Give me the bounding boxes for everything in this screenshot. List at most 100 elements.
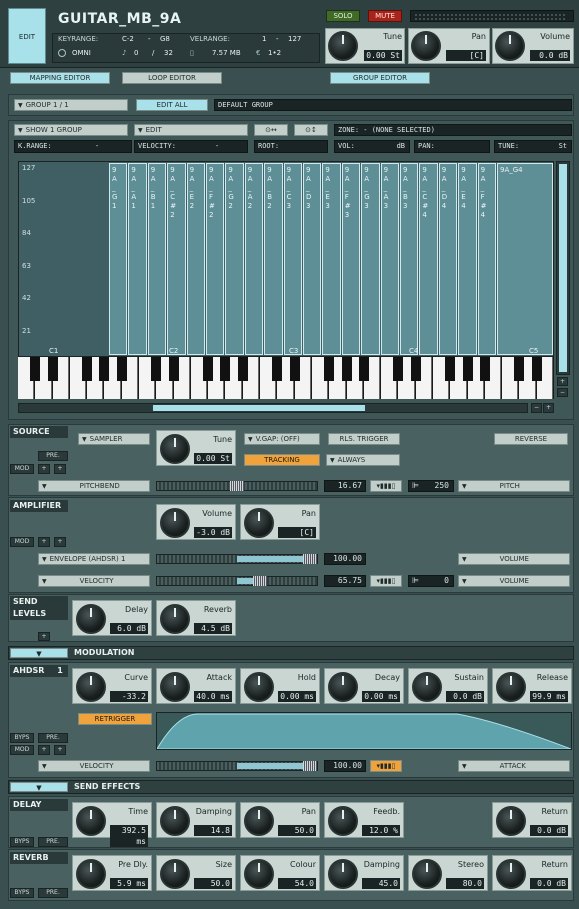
reverb-send-value[interactable]: 4.5 dB (194, 623, 232, 634)
pan-value[interactable]: [C] (446, 50, 486, 61)
attack-value[interactable]: 40.0 ms (194, 691, 232, 702)
pitchbend-slider[interactable] (156, 481, 318, 491)
black-key[interactable] (30, 357, 41, 381)
curve-knob[interactable] (76, 672, 106, 702)
ahdsr-velocity-target-dropdown[interactable]: ▼ ATTACK (458, 760, 570, 772)
reverb-pre-button[interactable]: PRE. (38, 888, 68, 898)
black-key[interactable] (445, 357, 456, 381)
amp-pan-value[interactable]: [C] (278, 527, 316, 538)
reverb-return-value[interactable]: 0.0 dB (530, 878, 568, 889)
ahdsr-velocity-source-dropdown[interactable]: ▼ VELOCITY (38, 760, 150, 772)
decay-value[interactable]: 0.00 ms (362, 691, 400, 702)
amp-pan-knob[interactable] (244, 508, 274, 538)
reverb-predelay-knob[interactable] (76, 859, 106, 889)
black-key[interactable] (47, 357, 58, 381)
pitchbend-curve-button[interactable]: ▾▮▮▮▯ (370, 480, 402, 492)
amplifier-mod-add-button[interactable]: + (38, 537, 50, 547)
zone-cell[interactable]: 9A_G4 (497, 163, 553, 355)
reverb-damping-value[interactable]: 45.0 (362, 878, 400, 889)
delay-feedback-value[interactable]: 12.0 % (362, 825, 400, 836)
zone-cell[interactable]: 9A_E3 (322, 163, 341, 355)
vgap-dropdown[interactable]: ▼ V.GAP: (OFF) (244, 433, 320, 445)
delay-time-knob[interactable] (76, 806, 106, 836)
group-name-field[interactable]: DEFAULT GROUP (214, 99, 572, 111)
reverb-stereo-value[interactable]: 80.0 (446, 878, 484, 889)
pitchbend-source-dropdown[interactable]: ▼ PITCHBEND (38, 480, 150, 492)
black-key[interactable] (151, 357, 162, 381)
tracking-button[interactable]: TRACKING (244, 454, 320, 466)
attack-knob[interactable] (160, 672, 190, 702)
pitch-offset-field[interactable]: ⊫ 250 (408, 480, 454, 492)
reverb-colour-value[interactable]: 54.0 (278, 878, 316, 889)
amplifier-mod-add-button-2[interactable]: + (54, 537, 66, 547)
horizontal-scrollbar-thumb[interactable] (153, 405, 365, 411)
rls-trigger-button[interactable]: RLS. TRIGGER (328, 433, 400, 445)
zone-cell[interactable]: 9A_G1 (109, 163, 128, 355)
vol-field[interactable]: VOL: dB (334, 140, 410, 153)
mapping-edit-dropdown[interactable]: ▼ EDIT (134, 124, 248, 136)
velocity-mod-value[interactable]: 65.75 (324, 575, 366, 587)
zoom-out-vertical-button[interactable]: − (557, 388, 568, 397)
delay-pan-knob[interactable] (244, 806, 274, 836)
black-key[interactable] (220, 357, 231, 381)
always-dropdown[interactable]: ▼ ALWAYS (326, 454, 400, 466)
black-key[interactable] (82, 357, 93, 381)
ahdsr-mod-add-button-2[interactable]: + (54, 745, 66, 755)
midi-channel[interactable]: OMNI (72, 49, 91, 57)
zone-cell[interactable]: 9A_A1 (128, 163, 147, 355)
root-field[interactable]: ROOT: (254, 140, 328, 153)
ahdsr-velocity-slider[interactable] (156, 761, 318, 771)
pan-field[interactable]: PAN: (414, 140, 490, 153)
instrument-name[interactable]: GUITAR_MB_9A (58, 11, 181, 27)
source-tune-value[interactable]: 0.00 St (194, 453, 232, 464)
zone-cell[interactable]: 9A_G3 (361, 163, 380, 355)
velrange-high[interactable]: 127 (288, 35, 301, 43)
modulation-collapse-button[interactable]: ▼ (10, 648, 68, 658)
sustain-value[interactable]: 0.0 dB (446, 691, 484, 702)
curve-value[interactable]: -33.2 (110, 691, 148, 702)
hold-value[interactable]: 0.00 ms (278, 691, 316, 702)
mute-button[interactable]: MUTE (368, 10, 402, 22)
keyrange-low[interactable]: C-2 (122, 35, 134, 43)
zone-cell[interactable]: 9A_B3 (400, 163, 419, 355)
source-mod-add-button[interactable]: + (38, 464, 50, 474)
source-mod-add-button-2[interactable]: + (54, 464, 66, 474)
mapping-editor-tab[interactable]: MAPPING EDITOR (10, 72, 110, 84)
black-key[interactable] (203, 357, 214, 381)
zone-cell[interactable]: 9A_E4 (458, 163, 477, 355)
reverse-button[interactable]: REVERSE (494, 433, 568, 445)
zoom-vertical-button[interactable]: ⊙↕ (294, 124, 328, 136)
retrigger-button[interactable]: RETRIGGER (78, 713, 152, 725)
black-key[interactable] (462, 357, 473, 381)
envelope-target-dropdown[interactable]: ▼ VOLUME (458, 553, 570, 565)
tune-field[interactable]: TUNE: St (494, 140, 572, 153)
ahdsr-bypass-button[interactable]: BYPS (10, 733, 34, 743)
zone-cell[interactable]: 9A_A3 (380, 163, 399, 355)
source-pre-button[interactable]: PRE. (38, 451, 68, 461)
outputs[interactable]: 1•2 (268, 49, 281, 57)
loop-editor-tab[interactable]: LOOP EDITOR (122, 72, 222, 84)
envelope-source-dropdown[interactable]: ▼ ENVELOPE (AHDSR) 1 (38, 553, 150, 565)
black-key[interactable] (479, 357, 490, 381)
show-group-dropdown[interactable]: ▼ SHOW 1 GROUP (14, 124, 128, 136)
delay-send-value[interactable]: 6.0 dB (110, 623, 148, 634)
hold-knob[interactable] (244, 672, 274, 702)
black-key[interactable] (410, 357, 421, 381)
keyrange-high[interactable]: G8 (160, 35, 170, 43)
voices-max[interactable]: 32 (164, 49, 173, 57)
delay-return-knob[interactable] (496, 806, 526, 836)
reverb-bypass-button[interactable]: BYPS (10, 888, 34, 898)
slider-handle[interactable] (303, 554, 317, 564)
release-knob[interactable] (496, 672, 526, 702)
velocity-offset-field[interactable]: ⊫ 0 (408, 575, 454, 587)
slider-handle[interactable] (303, 761, 317, 771)
black-key[interactable] (168, 357, 179, 381)
amp-volume-knob[interactable] (160, 508, 190, 538)
slider-handle[interactable] (230, 481, 244, 491)
send-effects-collapse-button[interactable]: ▼ (10, 782, 68, 792)
black-key[interactable] (531, 357, 542, 381)
delay-pre-button[interactable]: PRE. (38, 837, 68, 847)
zone-cell[interactable]: 9A_D3 (303, 163, 322, 355)
edit-all-button[interactable]: EDIT ALL (136, 99, 208, 111)
zone-cell[interactable]: 9A_C#2 (167, 163, 186, 355)
